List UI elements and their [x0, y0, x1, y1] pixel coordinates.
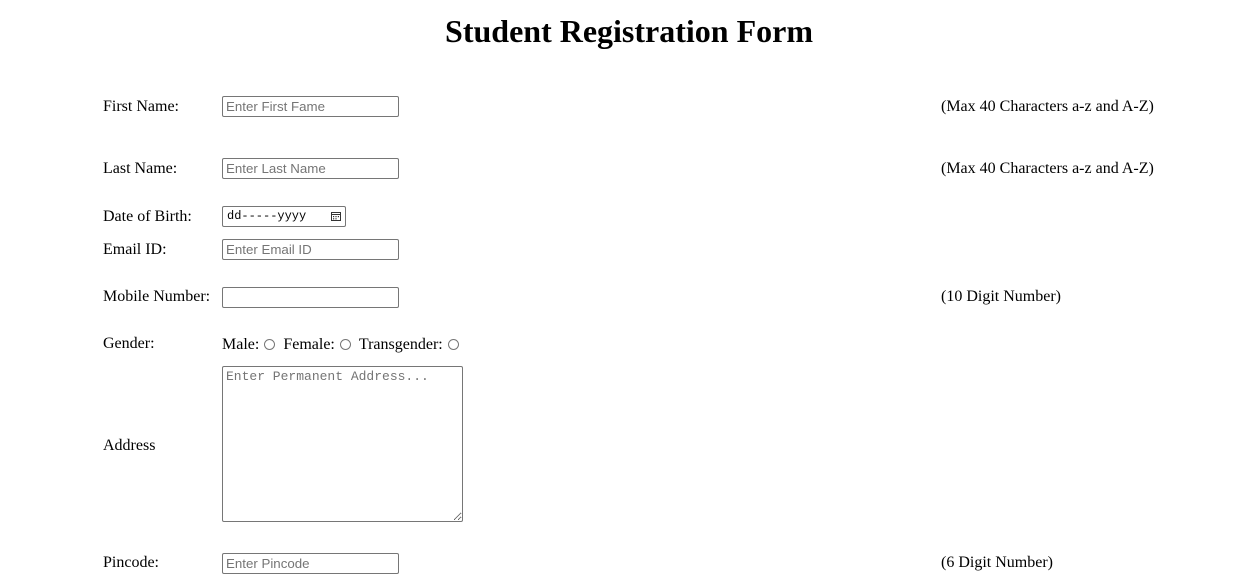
gender-female-label: Female:	[283, 336, 335, 353]
address-label: Address	[103, 437, 156, 454]
last-name-hint: (Max 40 Characters a-z and A-Z)	[941, 160, 1154, 177]
address-textarea[interactable]	[222, 366, 463, 522]
dob-label: Date of Birth:	[103, 208, 192, 225]
last-name-label: Last Name:	[103, 160, 178, 177]
mobile-input[interactable]	[222, 287, 399, 308]
dob-value: dd-----yyyy	[227, 209, 307, 223]
gender-transgender-label: Transgender:	[358, 336, 443, 353]
mobile-hint: (10 Digit Number)	[941, 288, 1061, 305]
gender-transgender-radio[interactable]	[447, 338, 459, 350]
gender-options: Male: Female: Transgender:	[222, 335, 467, 355]
gender-male-label: Male:	[222, 336, 260, 353]
page-title: Student Registration Form	[445, 13, 813, 49]
email-input[interactable]	[222, 239, 399, 260]
email-label: Email ID:	[103, 241, 167, 258]
registration-page: Student Registration Form First Name: (M…	[0, 0, 1244, 583]
first-name-input[interactable]	[222, 96, 399, 117]
calendar-icon[interactable]	[331, 211, 341, 221]
dob-input[interactable]: dd-----yyyy	[222, 206, 346, 227]
pincode-label: Pincode:	[103, 554, 159, 571]
gender-male-radio[interactable]	[264, 338, 276, 350]
gender-female-radio[interactable]	[339, 338, 351, 350]
pincode-hint: (6 Digit Number)	[941, 554, 1053, 571]
first-name-hint: (Max 40 Characters a-z and A-Z)	[941, 98, 1154, 115]
gender-label: Gender:	[103, 335, 155, 352]
pincode-input[interactable]	[222, 553, 399, 574]
last-name-input[interactable]	[222, 158, 399, 179]
first-name-label: First Name:	[103, 98, 179, 115]
mobile-label: Mobile Number:	[103, 288, 211, 305]
